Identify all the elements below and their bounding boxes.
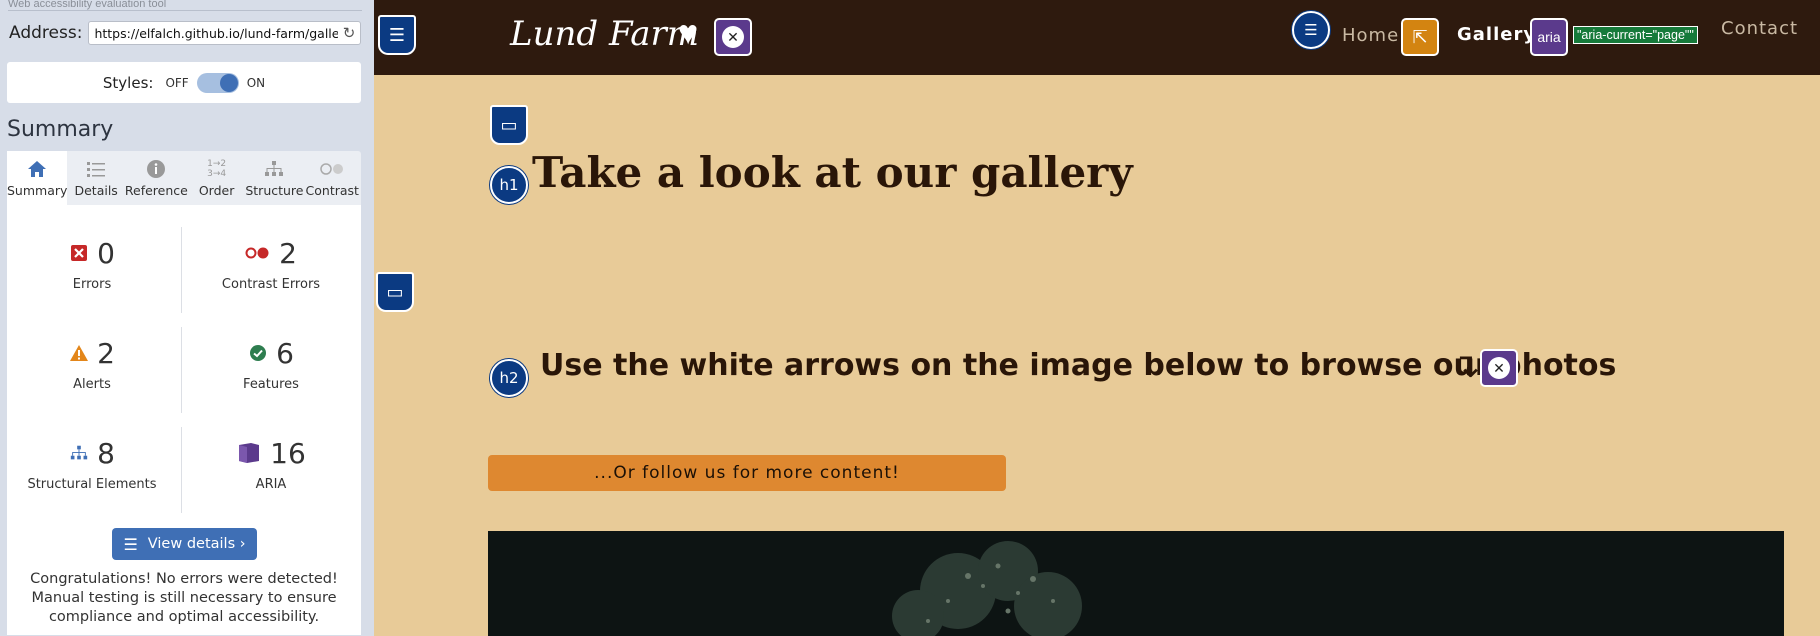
aria-label: ARIA [255,477,287,492]
wave-tabs: Summary Details Reference 1→2 3→4 Order S… [7,151,361,205]
congrats-message: Congratulations! No errors were detected… [30,571,338,625]
summary-panel: 0 Errors 2 Contrast Errors 2 Alerts 6 Fe… [7,205,361,635]
site-title[interactable]: Lund Farm [510,14,699,54]
wave-sidebar: Web accessibility evaluation tool Addres… [0,0,374,636]
tab-reference[interactable]: Reference [125,151,188,205]
h1-icon[interactable]: h1 [490,166,528,204]
tab-structure[interactable]: Structure [245,151,304,205]
toggle-knob[interactable] [219,73,238,92]
structural-label: Structural Elements [27,477,157,492]
aria-badge-icon[interactable]: aria [1530,18,1568,56]
address-row: Address: https://elfalch.github.io/lund-… [9,21,361,45]
aria-icon[interactable]: aria [1530,17,1568,57]
tab-label: Reference [124,183,188,198]
aria-count: 16 [270,436,306,470]
nav-home[interactable]: Home [1342,25,1399,46]
structure-icon [263,158,285,180]
region-icon[interactable]: ☰ [378,15,416,55]
gallery-image[interactable] [488,531,1784,636]
view-details-button[interactable]: ☰ View details › [112,528,257,560]
errors-count: 0 [97,236,115,270]
h1-badge[interactable]: h1 [490,165,528,205]
styles-on-label: ON [246,75,266,90]
info-icon [146,158,166,180]
order-icon: 1→2 3→4 [207,159,227,179]
tab-label: Order [198,183,235,198]
error-icon [69,243,89,263]
styles-label: Styles: [102,73,154,92]
navigation-icon[interactable]: ☰ [1292,10,1330,50]
view-details-label: View details › [147,536,246,552]
main-landmark-icon[interactable]: ▭ [490,105,528,145]
structure-icon [69,443,89,463]
feature-check-icon [248,343,268,363]
header-landmark-icon[interactable]: ☰ [378,15,416,55]
features-count: 6 [276,336,294,370]
tab-summary[interactable]: Summary [7,151,68,205]
stat-grid: 0 Errors 2 Contrast Errors 2 Alerts 6 Fe… [7,227,361,527]
contrast-icon [320,158,344,180]
divider [181,427,182,513]
nav-gallery[interactable]: Gallery [1457,24,1536,45]
features-label: Features [243,377,299,392]
aria-cube-icon [236,443,262,463]
list-icon: ☰ [123,534,138,554]
tab-label: Contrast [305,183,359,198]
tab-contrast[interactable]: Contrast [304,151,361,205]
styles-toggle[interactable] [196,72,239,93]
stat-structural[interactable]: 8 Structural Elements [7,427,177,527]
alert-bubble-icon[interactable]: ✕ [714,17,752,57]
stat-features[interactable]: 6 Features [186,327,356,427]
list-icon [86,158,106,180]
aria-hidden-icon[interactable]: ✕ [714,18,752,56]
follow-button[interactable]: ...Or follow us for more content! [488,455,1006,491]
redundant-link-icon[interactable]: ⇱ [1401,18,1439,56]
alert-icon [69,343,89,363]
page-heading: Take a look at our gallery [532,148,1133,197]
tab-details[interactable]: Details [67,151,124,205]
alerts-label: Alerts [73,377,111,392]
stat-contrast-errors[interactable]: 2 Contrast Errors [186,227,356,327]
contrast-errors-count: 2 [279,236,297,270]
structural-count: 8 [97,436,115,470]
nav-contact[interactable]: Contact [1721,18,1798,39]
divider [8,10,362,11]
aria-hidden-badge[interactable]: ✕ [1480,348,1518,388]
tab-label: Summary [7,183,68,198]
section-landmark-icon[interactable]: ▭ [376,272,414,312]
h2-badge[interactable]: h2 [490,358,528,398]
styles-off-label: OFF [165,75,189,90]
tab-order[interactable]: 1→2 3→4 Order [188,151,245,205]
wave-top-caption: Web accessibility evaluation tool [8,0,167,10]
nav-list-icon[interactable]: ☰ [1292,11,1330,49]
aria-hidden-icon[interactable]: ✕ [1480,349,1518,387]
home-icon [27,158,47,180]
page-content: ☰ Lund Farm ♥ ✕ ☰ Home ⇱ Gallery aria "a… [374,0,1820,636]
address-value[interactable]: https://elfalch.github.io/lund-farm/gall… [94,26,338,41]
address-label: Address: [9,23,83,43]
reload-icon[interactable]: ↻ [338,22,360,44]
arrow-down-icon: ↴ [1452,347,1481,385]
stat-alerts[interactable]: 2 Alerts [7,327,177,427]
summary-heading: Summary [7,117,114,142]
heart-icon: ♥ [678,14,699,52]
aria-current-badge: "aria-current="page"" [1573,26,1698,44]
alerts-count: 2 [97,336,115,370]
tab-label: Structure [245,183,304,198]
contrast-error-icon [245,243,271,263]
h2-icon[interactable]: h2 [490,359,528,397]
divider [181,327,182,413]
section-region-icon[interactable]: ▭ [376,272,414,312]
divider [181,227,182,313]
stat-errors[interactable]: 0 Errors [7,227,177,327]
tab-label: Details [74,183,118,198]
site-header: ☰ Lund Farm ♥ ✕ ☰ Home ⇱ Gallery aria "a… [374,0,1820,75]
stat-aria[interactable]: 16 ARIA [186,427,356,527]
redundant-link-icon[interactable]: ⇱ [1401,17,1439,57]
contrast-errors-label: Contrast Errors [221,277,321,292]
main-region-icon[interactable]: ▭ [490,105,528,145]
errors-label: Errors [72,277,112,292]
address-input[interactable]: https://elfalch.github.io/lund-farm/gall… [88,21,361,45]
styles-toggle-row: Styles: OFF ON [7,62,361,103]
